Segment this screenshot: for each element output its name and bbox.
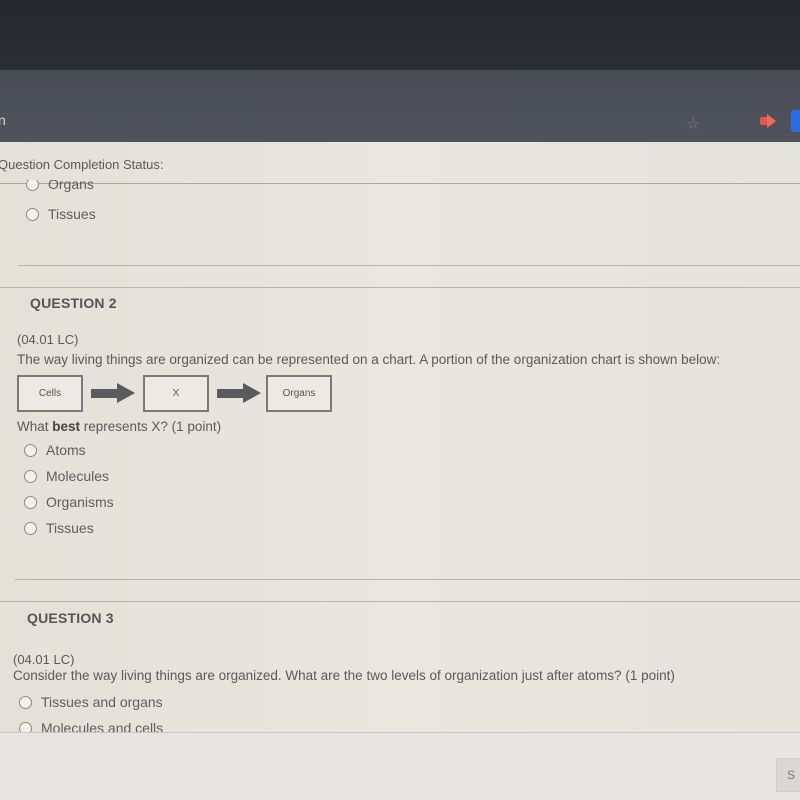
divider	[0, 287, 800, 288]
radio-button[interactable]	[19, 695, 32, 709]
divider	[18, 265, 800, 266]
radio-button[interactable]	[24, 495, 37, 509]
q2-option-tissues[interactable]: Tissues	[24, 520, 94, 536]
question-2-text: The way living things are organized can …	[17, 352, 721, 367]
q2-option-molecules[interactable]: Molecules	[24, 468, 109, 484]
question-3-title: QUESTION 3	[27, 610, 114, 626]
option-label: Atoms	[46, 442, 86, 458]
option-label: Tissues	[48, 206, 96, 222]
option-label: Molecules	[46, 468, 110, 484]
browser-toolbar: n ☆	[0, 70, 800, 142]
address-bar-edge-text: n	[0, 112, 6, 128]
option-label: Organisms	[46, 494, 114, 510]
question-2-title: QUESTION 2	[30, 295, 117, 311]
chart-box-x: X	[143, 375, 209, 412]
q1-option-organs[interactable]: Organs	[26, 180, 94, 194]
save-and-submit-button[interactable]: S	[776, 758, 800, 792]
radio-button[interactable]	[24, 521, 37, 535]
q1-option-tissues[interactable]: Tissues	[26, 206, 96, 222]
test-page: Question Completion Status: Organs Tissu…	[0, 142, 800, 800]
prompt-text: What	[17, 419, 53, 434]
blue-extension-icon[interactable]	[791, 110, 800, 132]
submission-footer: S	[0, 732, 800, 800]
option-label: Organs	[48, 180, 94, 192]
radio-button[interactable]	[24, 469, 37, 483]
chart-arrow-icon	[217, 383, 261, 403]
radio-button[interactable]	[26, 180, 39, 191]
screen-bezel	[0, 0, 800, 70]
question-3-text: Consider the way living things are organ…	[13, 668, 675, 683]
q2-option-atoms[interactable]: Atoms	[24, 442, 86, 458]
q3-option-tissues-and-organs[interactable]: Tissues and organs	[19, 694, 163, 710]
question-2-code: (04.01 LC)	[17, 332, 79, 347]
bookmark-star-icon[interactable]: ☆	[686, 114, 700, 134]
completion-status-bar: Question Completion Status:	[0, 142, 800, 184]
option-label: Tissues and organs	[41, 694, 163, 710]
question-3-code: (04.01 LC)	[13, 652, 75, 667]
divider	[0, 601, 800, 602]
chart-box-organs: Organs	[266, 375, 332, 412]
question-2-prompt: What best represents X? (1 point)	[17, 419, 221, 434]
option-label: Tissues	[46, 520, 94, 536]
prompt-emphasis: best	[52, 419, 81, 434]
prompt-text: represents X? (1 point)	[80, 419, 222, 434]
radio-button[interactable]	[24, 443, 37, 457]
divider	[15, 579, 800, 580]
radio-button[interactable]	[26, 207, 39, 221]
completion-status-label: Question Completion Status:	[0, 157, 164, 172]
q2-option-organisms[interactable]: Organisms	[24, 494, 114, 510]
red-arrow-extension-icon[interactable]	[760, 114, 776, 128]
chart-box-cells: Cells	[17, 375, 83, 412]
chart-arrow-icon	[91, 383, 135, 403]
